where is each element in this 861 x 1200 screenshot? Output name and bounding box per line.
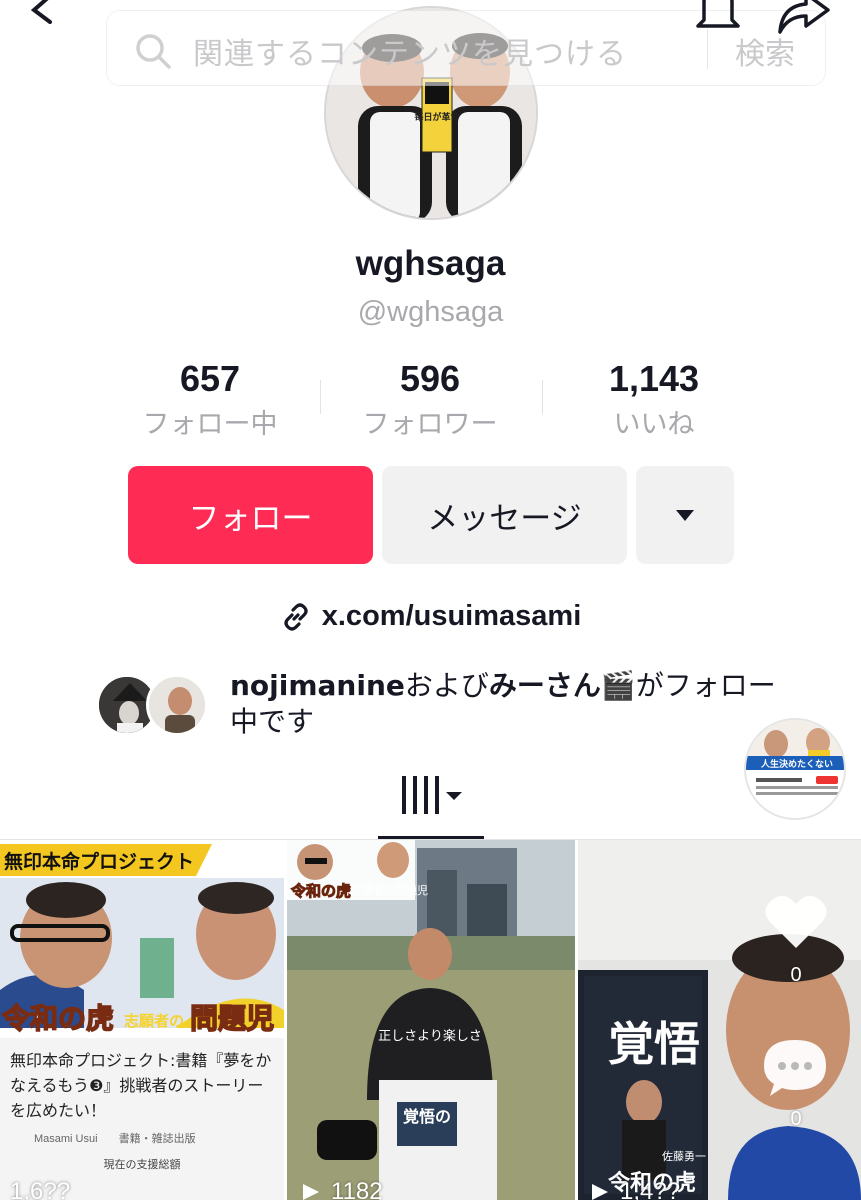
comment-bubble-icon[interactable]: [762, 1036, 828, 1098]
username-handle: @wghsaga: [357, 296, 504, 328]
video-thumbnail-2-image: 令和の虎 志願者の問題児 正しさより楽しさ 覚悟の: [287, 840, 575, 1200]
video-1-views: 1,6??: [10, 1178, 71, 1200]
back-button[interactable]: [18, 14, 72, 84]
mutual-followers[interactable]: nojimanineおよびみーさん🎬がフォロー中です: [96, 668, 786, 748]
followers-count: 596: [399, 358, 461, 399]
search-input[interactable]: 関連するコンテンツを見つける: [193, 29, 627, 73]
video-1-author: Masami Usui 書籍・雑誌出版: [34, 1130, 196, 1146]
mutual-follower-avatar: [146, 674, 208, 736]
video-1-author-name: Masami Usui: [34, 1133, 98, 1145]
video-grid: 無印本命プロジェクト 令和の虎 志願者の 問題児 無印本命プロジェクト:書籍『夢…: [0, 840, 861, 1200]
video-thumbnail[interactable]: 覚悟 佐藤勇一 令和の虎 0 0 1,4??: [578, 840, 861, 1200]
back-arrow-icon: [33, 29, 57, 81]
bio-link-text[interactable]: x.com/usuimasami: [322, 600, 582, 633]
content-tab-bar: [0, 760, 861, 840]
video-2-book-text: 覚悟の: [403, 1107, 451, 1126]
following-stat[interactable]: 657 フォロー中: [100, 358, 320, 441]
share-icon[interactable]: [776, 0, 832, 36]
video-1-headline-end: 問題児: [190, 1002, 274, 1035]
comment-count: 0: [790, 1108, 802, 1130]
mutual-follower-name[interactable]: みーさん🎬: [489, 669, 636, 702]
grid-tab-icon: [402, 776, 462, 814]
follow-button[interactable]: フォロー: [128, 466, 373, 564]
mutual-joiner: および: [404, 669, 489, 702]
following-label: フォロー中: [142, 409, 278, 440]
following-count: 657: [179, 358, 241, 399]
mutual-avatar-2-photo: [149, 677, 205, 733]
likes-label: いいね: [613, 409, 695, 440]
likes-count: 1,143: [608, 358, 700, 399]
followers-label: フォロワー: [362, 409, 498, 440]
video-1-headline-sub: 志願者の: [124, 1012, 184, 1030]
video-1-project-title: 無印本命プロジェクト:書籍『夢をかなえるもう❸』挑戦者のストーリーを広めたい！: [10, 1051, 272, 1120]
video-2-shirt-text: 正しさより楽しさ: [378, 1028, 482, 1044]
video-3-book-title: 覚悟: [608, 1017, 700, 1071]
profile-actions: フォロー メッセージ: [0, 466, 861, 564]
video-thumbnail[interactable]: 無印本命プロジェクト 令和の虎 志願者の 問題児 無印本命プロジェクト:書籍『夢…: [0, 840, 284, 1200]
video-1-banner: 無印本命プロジェクト: [4, 850, 194, 873]
followers-stat[interactable]: 596 フォロワー: [320, 358, 540, 441]
bell-icon[interactable]: [694, 0, 742, 36]
top-bar: 関連するコンテンツを見つける 検索: [0, 0, 861, 100]
link-icon: [284, 602, 308, 631]
mutual-followers-text: nojimanineおよびみーさん🎬がフォロー中です: [230, 668, 790, 740]
mutual-follower-name[interactable]: nojimanine: [230, 669, 405, 702]
tab-videos-grid[interactable]: [378, 760, 484, 838]
like-heart-icon[interactable]: [764, 892, 828, 950]
play-icon: [592, 1184, 608, 1200]
video-1-category: 書籍・雑誌出版: [118, 1133, 196, 1145]
video-3-views: 1,4??: [620, 1178, 681, 1200]
suggested-accounts-button[interactable]: [636, 466, 734, 564]
video-2-views: 1182: [331, 1178, 383, 1200]
stat-divider: [542, 380, 543, 414]
like-count: 0: [790, 964, 802, 986]
likes-stat[interactable]: 1,143 いいね: [544, 358, 764, 441]
video-thumbnail[interactable]: 令和の虎 志願者の問題児 正しさより楽しさ 覚悟の 1182: [287, 840, 575, 1200]
play-icon: [303, 1184, 319, 1200]
video-1-support-label: 現在の支援総額: [103, 1158, 181, 1171]
avatar-book-text: 毎日が革命: [414, 111, 460, 123]
video-thumbnail-1-image: 無印本命プロジェクト 令和の虎 志願者の 問題児: [0, 840, 284, 1200]
search-icon: [136, 34, 171, 69]
display-name: wghsaga: [355, 244, 506, 283]
video-2-overlay-title: 令和の虎: [291, 882, 351, 900]
video-2-overlay-sub: 志願者の問題児: [351, 884, 428, 897]
profile-stats: 657 フォロー中 596 フォロワー 1,143 いいね: [100, 358, 760, 441]
message-button[interactable]: メッセージ: [382, 466, 627, 564]
bio-link[interactable]: x.com/usuimasami: [0, 600, 861, 633]
caret-down-icon: [676, 510, 694, 521]
video-1-headline: 令和の虎: [2, 1002, 114, 1035]
video-3-book-author: 佐藤勇一: [662, 1149, 706, 1163]
